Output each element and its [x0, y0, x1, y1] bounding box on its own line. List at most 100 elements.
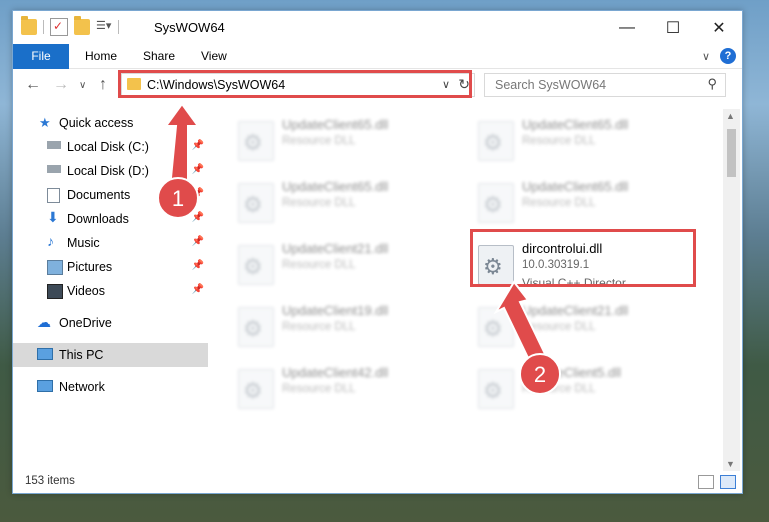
- pin-icon[interactable]: 📌: [192, 212, 204, 223]
- list-item[interactable]: UpdateClient21.dll Resource DLL: [208, 235, 428, 285]
- dll-file-icon: [238, 245, 274, 285]
- pictures-icon: [47, 260, 63, 275]
- drive-icon: [47, 165, 61, 173]
- navigation-pane: ★ Quick access Local Disk (C:) 📌 Local D…: [13, 109, 208, 471]
- dll-file-icon: [238, 307, 274, 347]
- help-icon[interactable]: ?: [720, 48, 736, 64]
- file-name: UpdateClient65.dll: [522, 117, 629, 132]
- close-button[interactable]: ✕: [696, 11, 742, 44]
- scroll-down-icon[interactable]: ▼: [726, 459, 735, 469]
- list-item[interactable]: UpdateClient65.dll Resource DLL: [448, 173, 668, 223]
- sidebar-item-label: Videos: [67, 284, 105, 298]
- status-bar: 153 items: [13, 471, 742, 493]
- file-name: UpdateClient65.dll: [282, 117, 389, 132]
- documents-icon: [47, 188, 60, 203]
- list-item[interactable]: UpdateClient65.dll Resource DLL: [208, 111, 428, 161]
- sidebar-item-label: Music: [67, 236, 100, 250]
- sidebar-item-pictures[interactable]: Pictures 📌: [13, 255, 208, 279]
- drive-icon: [47, 141, 61, 149]
- window-controls: — ☐ ✕: [604, 11, 742, 44]
- dll-file-icon: [478, 369, 514, 409]
- sidebar-item-label: OneDrive: [59, 316, 112, 330]
- sidebar-item-downloads[interactable]: ⬇ Downloads 📌: [13, 207, 208, 231]
- maximize-button[interactable]: ☐: [650, 11, 696, 44]
- scroll-up-icon[interactable]: ▲: [726, 111, 735, 121]
- dll-file-icon: [478, 183, 514, 223]
- list-item[interactable]: UpdateClient65.dll Resource DLL: [448, 111, 668, 161]
- details-view-icon[interactable]: [698, 475, 714, 489]
- sidebar-item-documents[interactable]: Documents 📌: [13, 183, 208, 207]
- videos-icon: [47, 284, 63, 299]
- large-icons-view-icon[interactable]: [720, 475, 736, 489]
- file-description: Resource DLL: [282, 197, 356, 209]
- pin-icon[interactable]: 📌: [192, 284, 204, 295]
- recent-locations-icon[interactable]: ∨: [79, 80, 86, 91]
- dll-file-icon: [238, 369, 274, 409]
- list-item[interactable]: UpdateClient65.dll Resource DLL: [208, 173, 428, 223]
- properties-icon[interactable]: ✓: [50, 18, 68, 36]
- folder-icon: [21, 16, 37, 35]
- file-description: Resource DLL: [282, 135, 356, 147]
- pin-icon[interactable]: 📌: [192, 188, 204, 199]
- file-list: UpdateClient65.dll Resource DLL UpdateCl…: [208, 109, 722, 471]
- view-switcher: [698, 475, 736, 489]
- sidebar-item-label: Documents: [67, 188, 131, 202]
- search-placeholder[interactable]: Search SysWOW64: [495, 78, 606, 92]
- file-description: Resource DLL: [282, 321, 356, 333]
- file-name: UpdateClient21.dll: [282, 241, 389, 256]
- file-name: UpdateClient65.dll: [522, 179, 629, 194]
- search-icon[interactable]: ⚲: [707, 76, 717, 92]
- sidebar-item-label: Quick access: [59, 116, 134, 130]
- computer-icon: [37, 348, 53, 360]
- up-arrow-icon[interactable]: ↑: [99, 76, 107, 94]
- ribbon-tabs: File Home Share View ∨ ?: [13, 44, 742, 94]
- file-description: Resource DLL: [522, 197, 596, 209]
- sidebar-item-local-disk-c[interactable]: Local Disk (C:) 📌: [13, 135, 208, 159]
- sidebar-item-label: Local Disk (C:): [67, 140, 149, 154]
- sidebar-item-onedrive[interactable]: ☁ OneDrive: [13, 311, 208, 335]
- window-title: SysWOW64: [154, 20, 225, 35]
- minimize-button[interactable]: —: [604, 11, 650, 44]
- sidebar-item-network[interactable]: Network: [13, 375, 208, 399]
- back-arrow-icon[interactable]: ←: [25, 76, 41, 94]
- dll-file-icon: [238, 121, 274, 161]
- quick-access-toolbar: ✓ ☰▾: [21, 16, 119, 36]
- dll-file-icon: [478, 307, 514, 347]
- sidebar-item-this-pc[interactable]: This PC: [13, 343, 208, 367]
- pin-icon[interactable]: 📌: [192, 236, 204, 247]
- list-item[interactable]: UpdateClient5.dll Resource DLL: [448, 359, 668, 409]
- file-description: Resource DLL: [522, 383, 596, 395]
- list-item[interactable]: UpdateClient42.dll Resource DLL: [208, 359, 428, 409]
- sidebar-item-local-disk-d[interactable]: Local Disk (D:) 📌: [13, 159, 208, 183]
- file-description: Resource DLL: [522, 321, 596, 333]
- item-count: 153 items: [25, 475, 75, 487]
- file-highlight-box: [470, 229, 696, 287]
- tab-share[interactable]: Share: [129, 44, 189, 68]
- search-box[interactable]: Search SysWOW64 ⚲: [484, 73, 726, 97]
- star-icon: ★: [39, 115, 51, 130]
- sidebar-item-quick-access[interactable]: ★ Quick access: [13, 111, 208, 135]
- sidebar-item-videos[interactable]: Videos 📌: [13, 279, 208, 303]
- tab-home[interactable]: Home: [71, 44, 131, 68]
- sidebar-item-label: This PC: [59, 348, 104, 362]
- forward-arrow-icon[interactable]: →: [53, 76, 69, 94]
- expand-ribbon-icon[interactable]: ∨: [702, 50, 710, 63]
- scrollbar-thumb[interactable]: [727, 129, 736, 177]
- file-description: Resource DLL: [282, 383, 356, 395]
- address-highlight-box: [118, 70, 472, 98]
- pin-icon[interactable]: 📌: [192, 164, 204, 175]
- file-description: Resource DLL: [522, 135, 596, 147]
- sidebar-item-label: Network: [59, 380, 105, 394]
- sidebar-item-label: Downloads: [67, 212, 129, 226]
- vertical-scrollbar[interactable]: ▲ ▼: [723, 109, 740, 471]
- tab-view[interactable]: View: [187, 44, 241, 68]
- new-folder-icon[interactable]: [74, 16, 90, 35]
- list-item[interactable]: UpdateClient19.dll Resource DLL: [208, 297, 428, 347]
- list-item[interactable]: UpdateClient21.dll Resource DLL: [448, 297, 668, 347]
- dll-file-icon: [478, 121, 514, 161]
- customize-toolbar-icon[interactable]: ☰▾: [96, 19, 112, 35]
- pin-icon[interactable]: 📌: [192, 260, 204, 271]
- pin-icon[interactable]: 📌: [192, 140, 204, 151]
- sidebar-item-music[interactable]: ♪ Music 📌: [13, 231, 208, 255]
- separator: [118, 20, 119, 34]
